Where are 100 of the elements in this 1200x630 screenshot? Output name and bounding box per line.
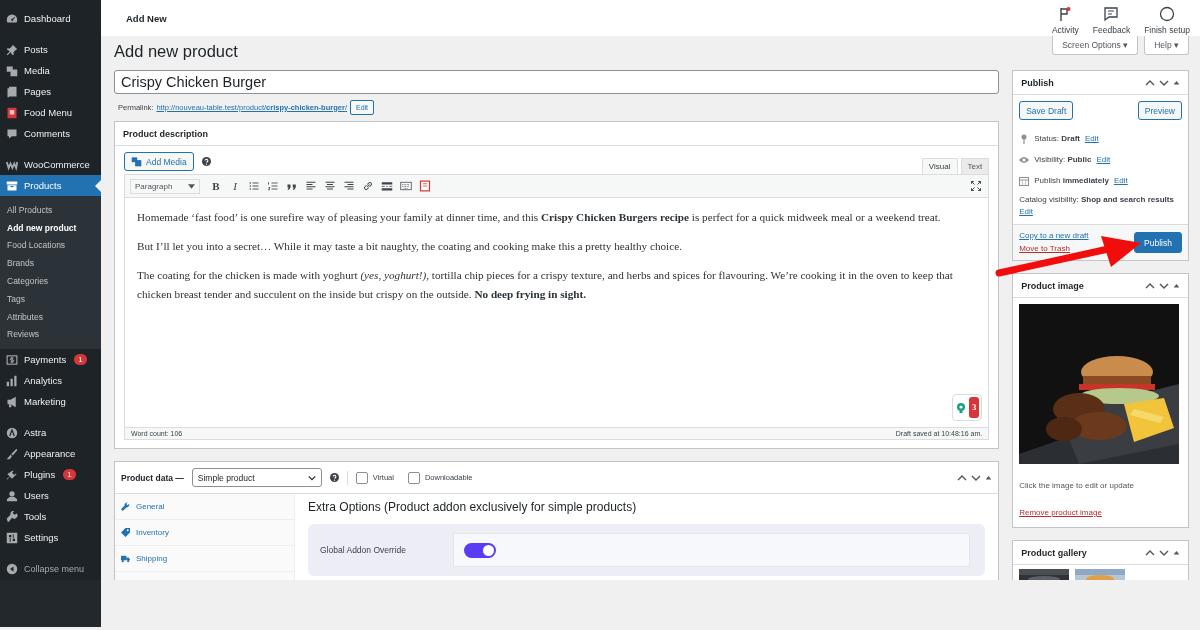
toolbar-button[interactable]: Feedback <box>1092 5 1131 35</box>
sidebar-item[interactable]: Dashboard <box>0 8 101 29</box>
sidebar-item[interactable]: Payments 1 <box>0 349 101 371</box>
toggle-switch[interactable] <box>464 542 496 558</box>
media-icon <box>6 64 18 77</box>
caret-up-icon[interactable] <box>985 475 993 480</box>
fullscreen-icon[interactable] <box>969 180 984 192</box>
edit-link[interactable]: Edit <box>1085 134 1099 143</box>
caret-up-icon[interactable] <box>1173 550 1180 555</box>
align-center-icon[interactable] <box>323 180 337 192</box>
collapse-menu-button[interactable]: Collapse menu <box>0 558 101 581</box>
submenu-item[interactable]: Brands <box>0 254 101 273</box>
sidebar-item[interactable]: Comments <box>0 123 101 144</box>
sidebar-item[interactable]: Food Menu <box>0 102 101 123</box>
tab-button[interactable]: Screen Options ▾ <box>1052 36 1139 55</box>
grammar-widget[interactable]: 3 <box>952 394 983 421</box>
align-right-icon[interactable] <box>342 180 356 192</box>
tab-button[interactable]: Help ▾ <box>1144 36 1189 55</box>
submenu-item[interactable]: Add new product <box>0 218 101 237</box>
sidebar-item[interactable]: WooCommerce <box>0 154 101 175</box>
meta-text: Visibility: Public <box>1034 155 1092 164</box>
sidebar-item[interactable]: Pages <box>0 81 101 102</box>
submenu-item[interactable]: Food Locations <box>0 236 101 255</box>
wrench-icon <box>121 502 130 511</box>
caret-up-icon[interactable] <box>1173 283 1180 288</box>
megaphone-icon <box>6 395 18 408</box>
feedback-icon <box>1103 5 1120 22</box>
page-title: Add new product <box>114 42 238 61</box>
checkbox[interactable] <box>407 471 420 484</box>
body-paragraph: But I’ll let you into a secret… While it may taste a bit naughty, the coating and cooking make this a pretty healthy choice. <box>137 239 683 254</box>
product-type-select[interactable]: Simple product <box>191 468 322 487</box>
publish-button[interactable]: Publish <box>1134 232 1182 253</box>
meta-text: Status: Draft <box>1034 134 1080 143</box>
sidebar-item[interactable]: Posts <box>0 39 101 60</box>
add-media-button[interactable]: Add Media <box>124 152 194 171</box>
align-left-icon[interactable] <box>304 180 318 192</box>
sidebar-item[interactable]: Tools <box>0 506 101 528</box>
product-tab[interactable]: Inventory <box>115 520 294 546</box>
sidebar-item[interactable]: Products <box>0 175 101 196</box>
sidebar-item[interactable]: Plugins 1 <box>0 464 101 486</box>
sidebar-item[interactable]: Media <box>0 60 101 81</box>
sidebar-item[interactable]: Settings <box>0 527 101 549</box>
copy-draft-link[interactable]: Copy to a new draft <box>1019 231 1089 240</box>
panel-title: Product description <box>123 128 208 139</box>
trash-link[interactable]: Move to Trash <box>1019 244 1089 253</box>
submenu-item[interactable]: Tags <box>0 290 101 308</box>
submenu-item[interactable]: Attributes <box>0 307 101 326</box>
bullet-list-icon[interactable] <box>247 180 261 192</box>
submenu-item[interactable]: Categories <box>0 272 101 290</box>
form-icon[interactable] <box>418 180 432 192</box>
box-icon <box>6 179 18 192</box>
checkbox[interactable] <box>355 471 368 484</box>
dollar-icon <box>6 353 18 366</box>
body-paragraph: Homemade ‘fast food’ is one surefire way of pleasing your family at dinner time, and this Crispy Chicken Burgers recipe is perfect for a quick midweek meal or a weekend treat. <box>137 210 942 225</box>
read-more-icon[interactable] <box>380 180 394 192</box>
format-button[interactable]: B <box>209 180 223 192</box>
link-icon[interactable] <box>361 180 375 192</box>
save-draft-button[interactable]: Save Draft <box>1019 101 1074 120</box>
submenu-item[interactable]: All Products <box>0 201 101 219</box>
panel-title: Product data — <box>121 472 184 483</box>
sidebar-item[interactable]: Users <box>0 485 101 507</box>
keyboard-icon[interactable] <box>399 180 413 192</box>
meta-text: Publish immediately <box>1034 176 1109 185</box>
tag-icon <box>121 528 130 537</box>
meta-text: Catalog visibility: Shop and search results <box>1019 195 1174 204</box>
panel-title: Product image <box>1021 280 1084 291</box>
plug-icon <box>6 468 18 481</box>
edit-link[interactable]: Edit <box>1019 207 1033 216</box>
panel-title: Product gallery <box>1021 547 1087 558</box>
section-heading: Extra Options (Product addon exclusively for simple products) <box>308 500 638 514</box>
editor-tab[interactable]: Visual <box>921 158 958 174</box>
caret-up-icon[interactable] <box>1173 80 1180 85</box>
media-icon <box>131 156 142 167</box>
product-tab[interactable]: Shipping <box>115 546 294 572</box>
user-icon <box>6 489 18 502</box>
numbered-list-icon[interactable] <box>266 180 280 192</box>
editor-tab[interactable]: Text <box>960 158 990 174</box>
calendar-icon <box>1019 175 1030 186</box>
toolbar-button[interactable]: Activity <box>1051 5 1079 35</box>
sidebar-item[interactable]: Marketing <box>0 391 101 413</box>
help-icon[interactable] <box>201 157 211 166</box>
edit-link[interactable]: Edit <box>1113 176 1128 185</box>
collapse-icon <box>6 563 18 576</box>
sidebar-item[interactable]: Appearance <box>0 443 101 465</box>
remove-image-link[interactable]: Remove product image <box>1019 508 1102 517</box>
edit-link[interactable]: Edit <box>1096 155 1111 164</box>
wrench-icon <box>6 510 18 523</box>
submenu-item[interactable]: Reviews <box>0 325 101 344</box>
format-button[interactable]: I <box>228 180 242 192</box>
caret-icon <box>188 183 195 189</box>
title-field[interactable]: Crispy Chicken Burger <box>114 70 1000 94</box>
help-icon[interactable] <box>329 473 339 482</box>
page-heading: Add New <box>126 12 167 24</box>
product-tab[interactable]: General <box>115 494 294 520</box>
gauge-icon <box>6 12 18 25</box>
toolbar-button[interactable]: Finish setup <box>1144 5 1190 35</box>
sidebar-item[interactable]: Astra <box>0 422 101 444</box>
preview-button[interactable]: Preview <box>1137 101 1182 120</box>
format-dropdown[interactable]: Paragraph <box>130 178 200 194</box>
sidebar-item[interactable]: Analytics <box>0 370 101 392</box>
